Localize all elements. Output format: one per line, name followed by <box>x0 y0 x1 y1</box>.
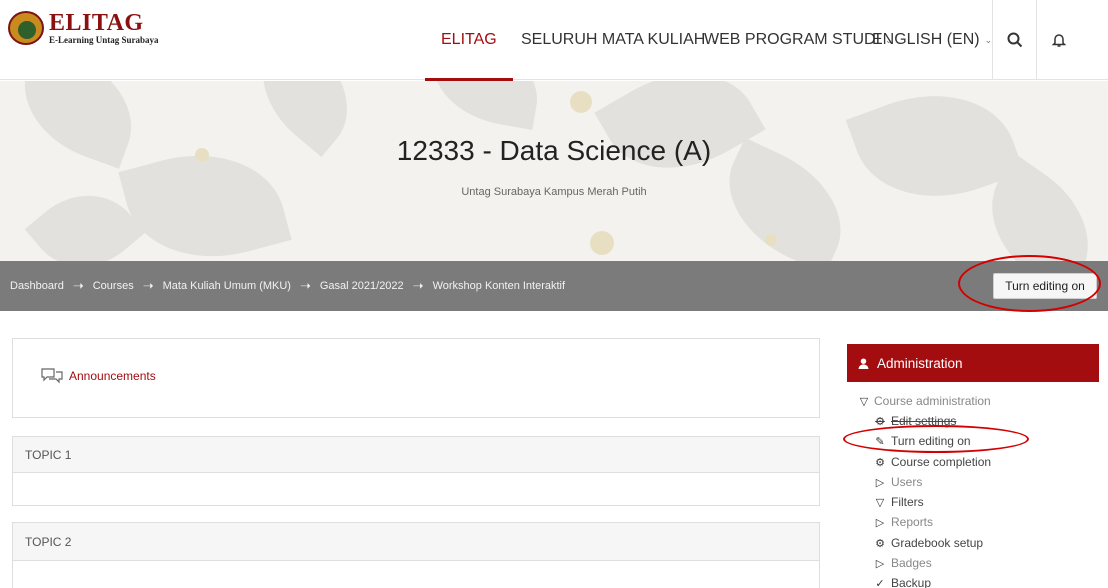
triangle-right-icon: ▷ <box>875 557 885 570</box>
notifications-button[interactable] <box>1036 0 1080 80</box>
forum-icon <box>41 368 63 384</box>
badges-node[interactable]: ▷ Badges <box>873 554 932 572</box>
arrow-right-icon: ➝ <box>299 278 311 293</box>
breadcrumb-item-courses[interactable]: Courses <box>93 280 134 292</box>
triangle-down-icon: ▽ <box>859 395 869 408</box>
arrow-right-icon: ➝ <box>412 278 424 293</box>
arrow-right-icon: ➝ <box>72 278 84 293</box>
users-node[interactable]: ▷ Users <box>873 473 923 491</box>
tree-label: Filters <box>891 495 924 509</box>
site-logo[interactable]: ELITAG E-Learning Untag Surabaya <box>8 11 159 45</box>
reports-node[interactable]: ▷ Reports <box>873 513 933 531</box>
search-icon <box>1007 32 1022 48</box>
tree-label: Course completion <box>891 455 992 469</box>
topic-title: TOPIC 1 <box>13 437 819 473</box>
turn-editing-on-link[interactable]: ✎ Turn editing on <box>873 432 971 450</box>
triangle-right-icon: ▷ <box>875 476 885 489</box>
breadcrumb-item-course[interactable]: Workshop Konten Interaktif <box>433 280 565 292</box>
topic-title: TOPIC 2 <box>13 523 819 561</box>
university-seal-icon <box>8 11 44 45</box>
announcements-label: Announcements <box>69 369 156 383</box>
search-button[interactable] <box>992 0 1036 80</box>
turn-editing-on-button[interactable]: Turn editing on <box>993 273 1097 299</box>
topic-section: TOPIC 1 <box>12 436 820 506</box>
logo-subtitle: E-Learning Untag Surabaya <box>49 35 159 45</box>
nav-item-elitag[interactable]: ELITAG <box>425 0 513 81</box>
gradebook-setup-link[interactable]: ⚙ Gradebook setup <box>873 534 983 552</box>
tree-label: Turn editing on <box>891 434 971 448</box>
administration-title: Administration <box>877 355 963 371</box>
gear-icon: ⚙ <box>875 415 885 428</box>
breadcrumb-item-category[interactable]: Mata Kuliah Umum (MKU) <box>163 280 291 292</box>
announcements-link[interactable]: Announcements <box>41 368 156 384</box>
gear-icon: ⚙ <box>875 537 885 550</box>
filters-link[interactable]: ▽ Filters <box>873 493 924 511</box>
nav-label: WEB PROGRAM STUDI <box>704 31 881 48</box>
administration-block-header: Administration <box>847 344 1099 382</box>
course-administration-node[interactable]: ▽ Course administration <box>857 392 991 410</box>
course-subtitle: Untag Surabaya Kampus Merah Putih <box>461 186 647 198</box>
nav-item-language[interactable]: ENGLISH (EN) ⌄ <box>872 0 992 80</box>
breadcrumb-item-semester[interactable]: Gasal 2021/2022 <box>320 280 404 292</box>
tree-label: Gradebook setup <box>891 536 984 550</box>
triangle-right-icon: ▷ <box>875 516 885 529</box>
tree-label: Backup <box>891 576 932 588</box>
backup-link[interactable]: ✓ Backup <box>873 574 931 588</box>
user-icon <box>858 357 869 369</box>
tree-label: Badges <box>891 556 932 570</box>
course-title: 12333 - Data Science (A) <box>396 135 712 166</box>
tree-label: Users <box>891 475 923 489</box>
gear-icon: ⚙ <box>875 456 885 469</box>
breadcrumb: Dashboard ➝ Courses ➝ Mata Kuliah Umum (… <box>10 261 565 311</box>
tree-label: Edit settings <box>891 414 957 428</box>
tree-label: Course administration <box>874 394 991 408</box>
logo-title: ELITAG <box>49 10 144 36</box>
backup-icon: ✓ <box>875 577 885 588</box>
announcements-section: Announcements <box>12 338 820 418</box>
breadcrumb-bar: Dashboard ➝ Courses ➝ Mata Kuliah Umum (… <box>0 261 1108 311</box>
nav-item-seluruh-mata-kuliah[interactable]: SELURUH MATA KULIAH ⌄ <box>521 0 718 80</box>
topic-section: TOPIC 2 <box>12 522 820 588</box>
top-navbar: ELITAG E-Learning Untag Surabaya ELITAG … <box>0 0 1108 81</box>
pencil-icon: ✎ <box>875 435 885 448</box>
edit-settings-link[interactable]: ⚙ Edit settings <box>873 412 956 430</box>
bell-icon <box>1051 34 1066 47</box>
course-completion-link[interactable]: ⚙ Course completion <box>873 453 991 471</box>
nav-label: ENGLISH (EN) <box>872 31 980 48</box>
course-header-banner: 12333 - Data Science (A) Untag Surabaya … <box>0 81 1108 261</box>
nav-label: SELURUH MATA KULIAH <box>521 31 706 48</box>
nav-label: ELITAG <box>441 31 497 48</box>
chevron-down-icon: ⌄ <box>984 34 993 45</box>
filter-icon: ▽ <box>875 496 885 509</box>
breadcrumb-item-dashboard[interactable]: Dashboard <box>10 280 64 292</box>
tree-label: Reports <box>891 515 934 529</box>
nav-item-web-program-studi[interactable]: WEB PROGRAM STUDI ⌄ <box>704 0 893 80</box>
arrow-right-icon: ➝ <box>142 278 154 293</box>
